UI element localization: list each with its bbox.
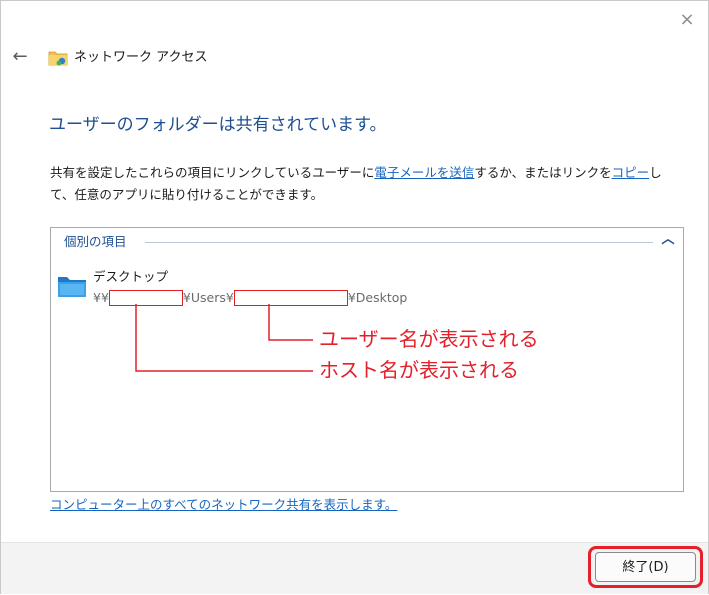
host-callout-label: ホスト名が表示される [319,358,519,382]
copy-link[interactable]: コピー [612,165,650,180]
host-redaction-box [108,289,183,306]
page-heading: ユーザーのフォルダーは共有されています。 [49,115,387,135]
path-middle: ¥Users¥ [182,290,234,305]
group-divider [145,242,653,243]
item-name[interactable]: デスクトップ [93,268,168,286]
network-access-window: × ← ネットワーク アクセス ユーザーのフォルダーは共有されています。 共有を… [0,0,709,594]
user-callout-label: ユーザー名が表示される [319,327,539,351]
close-icon[interactable]: × [675,9,699,31]
view-all-shares-link[interactable]: コンピューター上のすべてのネットワーク共有を表示します。 [50,496,397,514]
path-suffix: ¥Desktop [347,290,408,305]
description-text: 共有を設定したこれらの項目にリンクしているユーザーに電子メールを送信するか、また… [50,162,678,206]
path-prefix: ¥¥ [93,290,109,305]
network-folder-icon [48,51,68,66]
email-link[interactable]: 電子メールを送信 [374,165,474,180]
user-redaction-box [233,289,348,306]
back-arrow-icon[interactable]: ← [9,46,31,68]
finish-button[interactable]: 終了(D) [595,552,696,582]
item-path: ¥¥ ¥Users¥ ¥Desktop [93,289,407,307]
description-part2: するか、またはリンクを [474,165,612,180]
description-part1: 共有を設定したこれらの項目にリンクしているユーザーに [50,165,375,180]
group-header: 個別の項目 [64,234,127,249]
window-title: ネットワーク アクセス [74,50,208,65]
collapse-chevron-icon[interactable]: ︿ [660,232,676,248]
folder-desktop-icon [58,277,86,297]
